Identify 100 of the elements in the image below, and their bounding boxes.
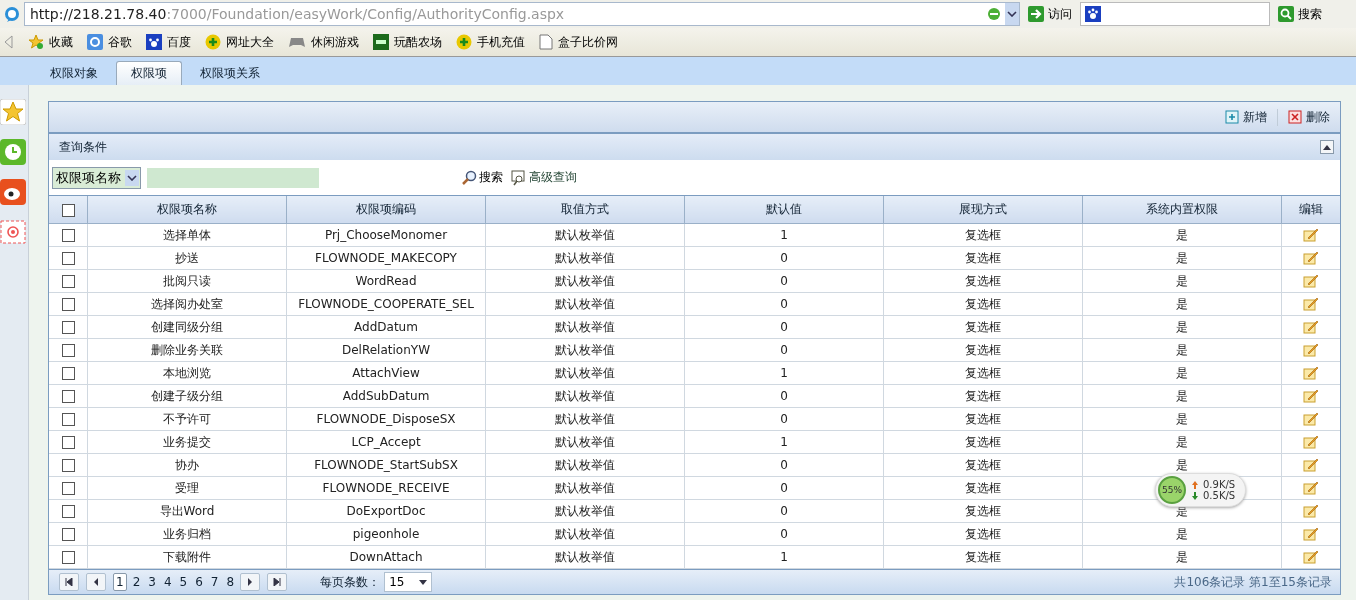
add-icon bbox=[1225, 110, 1239, 124]
row-checkbox[interactable] bbox=[61, 252, 75, 265]
row-checkbox[interactable] bbox=[61, 528, 75, 541]
edit-icon[interactable] bbox=[1303, 297, 1319, 312]
download-rate: 0.5K/S bbox=[1203, 490, 1236, 501]
bookmark-link[interactable]: 百度 bbox=[146, 33, 191, 51]
row-checkbox[interactable] bbox=[61, 298, 75, 311]
bookmark-link[interactable]: 收藏 bbox=[28, 33, 73, 51]
table-cell: 是 bbox=[1082, 292, 1282, 316]
first-page-button[interactable] bbox=[59, 573, 79, 591]
page-link[interactable]: 2 bbox=[130, 573, 143, 591]
tab[interactable]: 权限项关系 bbox=[186, 61, 274, 85]
delete-icon bbox=[1288, 110, 1302, 124]
bookmark-link[interactable]: 盒子比价网 bbox=[539, 33, 618, 51]
row-checkbox[interactable] bbox=[61, 413, 75, 426]
table-cell: DownAttach bbox=[286, 545, 486, 569]
edit-icon[interactable] bbox=[1303, 251, 1319, 266]
page-link[interactable]: 3 bbox=[146, 573, 158, 591]
column-header: 权限项名称 bbox=[87, 196, 287, 224]
row-checkbox[interactable] bbox=[61, 459, 75, 472]
edit-icon[interactable] bbox=[1303, 527, 1319, 542]
search-button[interactable]: 搜索 bbox=[1274, 5, 1326, 23]
next-page-button[interactable] bbox=[240, 573, 261, 591]
table-cell: DoExportDoc bbox=[286, 499, 486, 523]
edit-icon[interactable] bbox=[1303, 504, 1319, 519]
row-checkbox[interactable] bbox=[61, 344, 75, 357]
edit-icon[interactable] bbox=[1303, 366, 1319, 381]
table-cell: 是 bbox=[1082, 269, 1282, 293]
edit-icon[interactable] bbox=[1303, 412, 1319, 427]
page-link[interactable]: 4 bbox=[161, 573, 174, 591]
up-arrow-icon bbox=[1192, 480, 1198, 489]
last-icon bbox=[273, 578, 282, 586]
edit-icon[interactable] bbox=[1303, 550, 1319, 565]
tab[interactable]: 权限对象 bbox=[36, 61, 112, 85]
edit-icon[interactable] bbox=[1303, 389, 1319, 404]
row-checkbox[interactable] bbox=[61, 367, 75, 380]
table-cell: 抄送 bbox=[87, 246, 287, 270]
row-checkbox[interactable] bbox=[61, 229, 75, 242]
table-cell: 是 bbox=[1082, 522, 1282, 546]
previous-page-button[interactable] bbox=[86, 573, 106, 591]
row-checkbox[interactable] bbox=[61, 436, 75, 449]
select-all-checkbox[interactable] bbox=[61, 203, 75, 217]
collapse-button[interactable] bbox=[1320, 140, 1334, 154]
row-checkbox[interactable] bbox=[61, 390, 75, 403]
tab[interactable]: 权限项 bbox=[116, 61, 182, 85]
edit-icon[interactable] bbox=[1303, 481, 1319, 496]
page-link[interactable]: 8 bbox=[224, 573, 237, 591]
star-icon[interactable] bbox=[0, 99, 26, 125]
next-icon bbox=[246, 578, 255, 586]
last-page-button[interactable] bbox=[267, 573, 288, 591]
search-engine-field[interactable] bbox=[1080, 2, 1270, 26]
table-cell: 默认枚举值 bbox=[485, 361, 685, 385]
row-checkbox[interactable] bbox=[61, 551, 75, 564]
bookmark-link[interactable]: 玩酷农场 bbox=[373, 33, 442, 51]
bookmark-link[interactable]: 谷歌 bbox=[87, 33, 132, 51]
add-button[interactable]: 新增 bbox=[1215, 108, 1277, 126]
page-link[interactable]: 5 bbox=[177, 573, 190, 591]
delete-button[interactable]: 删除 bbox=[1277, 108, 1340, 126]
star-icon bbox=[28, 34, 44, 50]
bookmark-link[interactable]: 手机充值 bbox=[456, 33, 525, 51]
table-cell: 复选框 bbox=[883, 384, 1083, 408]
field-select[interactable]: 权限项名称 bbox=[52, 166, 141, 189]
go-button[interactable]: 访问 bbox=[1024, 5, 1076, 23]
table-cell: 0 bbox=[684, 499, 884, 523]
search-input[interactable] bbox=[147, 167, 319, 188]
column-header: 系统内置权限 bbox=[1082, 196, 1282, 224]
table-cell: 复选框 bbox=[883, 315, 1083, 339]
circle-icon bbox=[87, 34, 103, 50]
caret-up-icon bbox=[1323, 144, 1331, 150]
edit-icon[interactable] bbox=[1303, 458, 1319, 473]
edit-icon[interactable] bbox=[1303, 228, 1319, 243]
page-icon bbox=[539, 34, 553, 50]
row-checkbox[interactable] bbox=[61, 505, 75, 518]
advanced-search-button[interactable]: 高级查询 bbox=[507, 169, 581, 186]
search-button[interactable]: 搜索 bbox=[457, 169, 507, 186]
table-cell: 默认枚举值 bbox=[485, 453, 685, 477]
table-cell: 是 bbox=[1082, 338, 1282, 362]
bookmark-link[interactable]: 网址大全 bbox=[205, 33, 274, 51]
edit-icon[interactable] bbox=[1303, 274, 1319, 289]
page-link[interactable]: 6 bbox=[193, 573, 205, 591]
page-link[interactable]: 1 bbox=[113, 573, 127, 591]
page-link[interactable]: 7 bbox=[208, 573, 221, 591]
row-checkbox[interactable] bbox=[61, 321, 75, 334]
address-field[interactable]: http://218.21.78.40:7000/Foundation/easyWork/Config/AuthorityConfig.aspx bbox=[24, 2, 1020, 26]
paw-icon[interactable] bbox=[1085, 6, 1101, 22]
row-checkbox[interactable] bbox=[61, 275, 75, 288]
edit-icon[interactable] bbox=[1303, 435, 1319, 450]
table-cell: 1 bbox=[684, 545, 884, 569]
bookmark-link[interactable]: 休闲游戏 bbox=[288, 33, 359, 51]
edit-icon[interactable] bbox=[1303, 320, 1319, 335]
eye-icon[interactable] bbox=[0, 179, 26, 205]
table-cell: 受理 bbox=[87, 476, 287, 500]
edit-icon[interactable] bbox=[1303, 343, 1319, 358]
page-size-select[interactable]: 15 bbox=[384, 572, 433, 592]
table-cell: 是 bbox=[1082, 407, 1282, 431]
table-cell: 不予许可 bbox=[87, 407, 287, 431]
magnifier-icon bbox=[461, 169, 477, 186]
row-checkbox[interactable] bbox=[61, 482, 75, 495]
table-cell: 导出Word bbox=[87, 499, 287, 523]
table-cell: 批阅只读 bbox=[87, 269, 287, 293]
